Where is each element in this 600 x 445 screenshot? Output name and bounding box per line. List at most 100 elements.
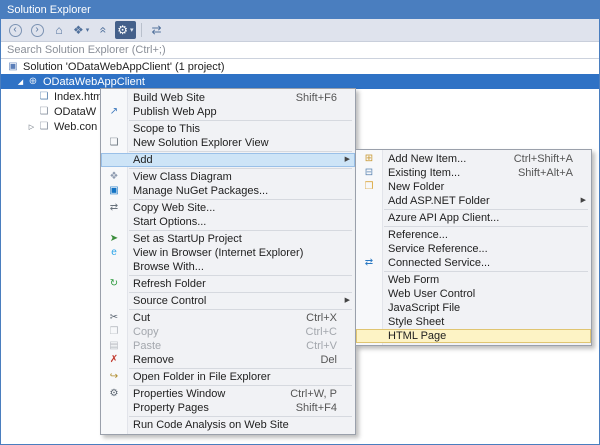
copy-website-icon: ⇄ bbox=[101, 201, 127, 215]
menu-item-view-class-diagram[interactable]: ❖ View Class Diagram bbox=[101, 170, 355, 184]
menu-item-source-control[interactable]: Source Control ▶ bbox=[101, 294, 355, 308]
menu-item-connected-service[interactable]: ⇄ Connected Service... bbox=[356, 256, 591, 270]
menu-item-add-asp-net-folder[interactable]: Add ASP.NET Folder ▶ bbox=[356, 194, 591, 208]
menu-item-copy[interactable]: ❐ Copy Ctrl+C bbox=[101, 325, 355, 339]
menu-item-manage-nuget-packages[interactable]: ▣ Manage NuGet Packages... bbox=[101, 184, 355, 198]
properties-icon: ⚙ bbox=[101, 387, 127, 401]
solution-label: Solution 'ODataWebAppClient' (1 project) bbox=[23, 61, 225, 73]
menu-separator bbox=[129, 168, 352, 169]
menu-item-web-form[interactable]: Web Form bbox=[356, 273, 591, 287]
menu-item-view-in-browser-internet-explorer[interactable]: e View in Browser (Internet Explorer) bbox=[101, 246, 355, 260]
add-submenu: ⊞ Add New Item... Ctrl+Shift+A ⊟ Existin… bbox=[355, 149, 592, 346]
menu-separator bbox=[129, 416, 352, 417]
dropdown-caret-icon: ▾ bbox=[130, 26, 134, 34]
menu-item-property-pages[interactable]: Property Pages Shift+F4 bbox=[101, 401, 355, 415]
menu-separator bbox=[129, 309, 352, 310]
new-folder-icon: ❒ bbox=[356, 180, 382, 194]
menu-item-cut[interactable]: ✂ Cut Ctrl+X bbox=[101, 311, 355, 325]
remove-icon: ✗ bbox=[101, 353, 127, 367]
search-bar bbox=[1, 42, 599, 59]
solution-icon: ▣ bbox=[6, 61, 20, 72]
collapsed-twisty-icon[interactable]: ▷ bbox=[26, 123, 37, 131]
add-new-item-icon: ⊞ bbox=[356, 152, 382, 166]
menu-separator bbox=[129, 230, 352, 231]
file-label: Index.htm bbox=[54, 91, 102, 103]
menu-separator bbox=[384, 226, 588, 227]
menu-item-add-new-item[interactable]: ⊞ Add New Item... Ctrl+Shift+A bbox=[356, 152, 591, 166]
forward-icon: › bbox=[31, 24, 44, 37]
menu-item-paste[interactable]: ▤ Paste Ctrl+V bbox=[101, 339, 355, 353]
sync-with-active-button[interactable]: ⇄ bbox=[147, 21, 167, 39]
menu-item-azure-api-app-client[interactable]: Azure API App Client... bbox=[356, 211, 591, 225]
tree-row-project[interactable]: ◢ ⊕ ODataWebAppClient bbox=[1, 74, 599, 89]
menu-item-scope-to-this[interactable]: Scope to This bbox=[101, 122, 355, 136]
search-input[interactable] bbox=[1, 44, 599, 56]
open-folder-icon: ↪ bbox=[101, 370, 127, 384]
html-file-icon: ❏ bbox=[37, 91, 51, 102]
menu-item-web-user-control[interactable]: Web User Control bbox=[356, 287, 591, 301]
menu-item-properties-window[interactable]: ⚙ Properties Window Ctrl+W, P bbox=[101, 387, 355, 401]
project-label: ODataWebAppClient bbox=[43, 76, 145, 88]
paste-icon: ▤ bbox=[101, 339, 127, 353]
nuget-icon: ▣ bbox=[101, 184, 127, 198]
menu-item-publish-web-app[interactable]: ↗ Publish Web App bbox=[101, 105, 355, 119]
web-project-icon: ⊕ bbox=[26, 76, 40, 87]
menu-item-run-code-analysis-on-web-site[interactable]: Run Code Analysis on Web Site bbox=[101, 418, 355, 432]
browser-icon: e bbox=[101, 246, 127, 260]
tree-row-solution[interactable]: ▣ Solution 'ODataWebAppClient' (1 projec… bbox=[1, 59, 599, 74]
menu-item-add[interactable]: Add ▶ bbox=[101, 153, 355, 167]
menu-item-browse-with[interactable]: Browse With... bbox=[101, 260, 355, 274]
menu-item-copy-web-site[interactable]: ⇄ Copy Web Site... bbox=[101, 201, 355, 215]
forward-button[interactable]: › bbox=[27, 21, 47, 39]
config-file-icon: ❏ bbox=[37, 121, 51, 132]
dropdown-caret-icon: ▾ bbox=[86, 26, 90, 34]
menu-item-html-page[interactable]: HTML Page bbox=[356, 329, 591, 343]
window-title: Solution Explorer bbox=[7, 4, 91, 16]
submenu-arrow-icon: ▶ bbox=[345, 294, 350, 308]
copy-icon: ❐ bbox=[101, 325, 127, 339]
menu-item-style-sheet[interactable]: Style Sheet bbox=[356, 315, 591, 329]
existing-item-icon: ⊟ bbox=[356, 166, 382, 180]
home-icon: ⌂ bbox=[55, 23, 62, 37]
menu-item-javascript-file[interactable]: JavaScript File bbox=[356, 301, 591, 315]
submenu-arrow-icon: ▶ bbox=[345, 153, 350, 167]
refresh-icon: ↻ bbox=[101, 277, 127, 291]
menu-item-new-folder[interactable]: ❒ New Folder bbox=[356, 180, 591, 194]
menu-separator bbox=[384, 209, 588, 210]
menu-separator bbox=[129, 385, 352, 386]
menu-item-start-options[interactable]: Start Options... bbox=[101, 215, 355, 229]
wrench-icon: ⚙ bbox=[117, 23, 128, 37]
menu-separator bbox=[129, 275, 352, 276]
switch-views-icon: ❖ bbox=[73, 23, 84, 37]
menu-separator bbox=[384, 271, 588, 272]
expanded-twisty-icon[interactable]: ◢ bbox=[15, 78, 26, 86]
menu-item-refresh-folder[interactable]: ↻ Refresh Folder bbox=[101, 277, 355, 291]
menu-item-existing-item[interactable]: ⊟ Existing Item... Shift+Alt+A bbox=[356, 166, 591, 180]
menu-item-reference[interactable]: Reference... bbox=[356, 228, 591, 242]
menu-separator bbox=[129, 368, 352, 369]
toolbar: ‹›⌂❖▾«⚙▾⇄ bbox=[1, 19, 599, 42]
back-button[interactable]: ‹ bbox=[5, 21, 25, 39]
home-button[interactable]: ⌂ bbox=[49, 21, 69, 39]
properties-button[interactable]: ⚙▾ bbox=[115, 21, 135, 39]
menu-item-set-as-startup-project[interactable]: ➤ Set as StartUp Project bbox=[101, 232, 355, 246]
titlebar[interactable]: Solution Explorer bbox=[1, 1, 599, 19]
back-icon: ‹ bbox=[9, 24, 22, 37]
menu-item-service-reference[interactable]: Service Reference... bbox=[356, 242, 591, 256]
toolbar-separator bbox=[141, 23, 142, 37]
collapse-all-button[interactable]: « bbox=[93, 21, 113, 39]
switch-views-button[interactable]: ❖▾ bbox=[71, 21, 91, 39]
connected-service-icon: ⇄ bbox=[356, 256, 382, 270]
project-context-menu: Build Web Site Shift+F6 ↗ Publish Web Ap… bbox=[100, 88, 356, 435]
menu-item-open-folder-in-file-explorer[interactable]: ↪ Open Folder in File Explorer bbox=[101, 370, 355, 384]
class-diagram-icon: ❖ bbox=[101, 170, 127, 184]
submenu-arrow-icon: ▶ bbox=[581, 194, 586, 208]
startup-icon: ➤ bbox=[101, 232, 127, 246]
cut-icon: ✂ bbox=[101, 311, 127, 325]
menu-item-new-solution-explorer-view[interactable]: ❏ New Solution Explorer View bbox=[101, 136, 355, 150]
menu-item-remove[interactable]: ✗ Remove Del bbox=[101, 353, 355, 367]
menu-separator bbox=[129, 292, 352, 293]
publish-icon: ↗ bbox=[101, 105, 127, 119]
collapse-all-icon: « bbox=[96, 27, 110, 34]
menu-item-build-web-site[interactable]: Build Web Site Shift+F6 bbox=[101, 91, 355, 105]
